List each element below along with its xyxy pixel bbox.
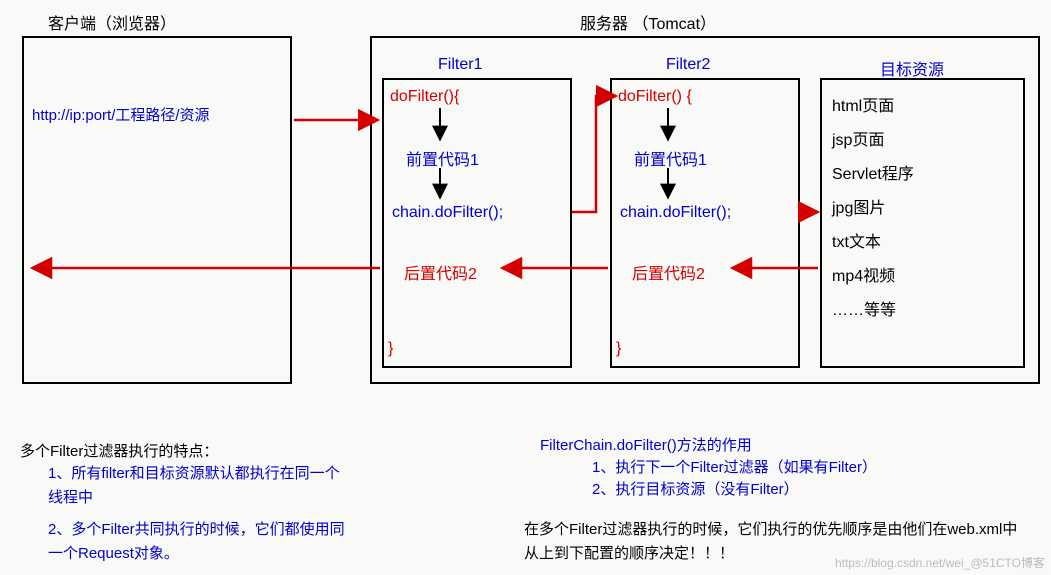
client-url: http://ip:port/工程路径/资源 — [32, 104, 210, 125]
watermark: https://blog.csdn.net/wei_@51CTO博客 — [835, 554, 1045, 571]
notes-right-title: FilterChain.doFilter()方法的作用 — [540, 434, 1000, 458]
filter1-chain: chain.doFilter(); — [392, 204, 503, 222]
filter2-pre-code: 前置代码1 — [634, 146, 707, 170]
client-header-label: 客户端（浏览器） — [48, 10, 176, 34]
filter2-close: } — [616, 340, 621, 358]
filter1-post-code: 后置代码2 — [404, 260, 477, 284]
notes-left-2: 2、多个Filter共同执行的时候，它们都使用同一个Request对象。 — [48, 518, 348, 566]
resource-item: Servlet程序 — [832, 158, 1013, 192]
filter1-title: Filter1 — [438, 56, 482, 74]
server-header-label: 服务器 （Tomcat） — [580, 10, 716, 34]
resource-item: ……等等 — [832, 294, 1013, 328]
resource-item: txt文本 — [832, 226, 1013, 260]
notes-left-title: 多个Filter过滤器执行的特点： — [20, 440, 350, 464]
filter2-dofilter-open: doFilter() { — [618, 88, 692, 106]
filter1-dofilter-open: doFilter(){ — [390, 88, 459, 106]
resources-box: html页面 jsp页面 Servlet程序 jpg图片 txt文本 mp4视频… — [820, 78, 1025, 368]
filter1-pre-code: 前置代码1 — [406, 146, 479, 170]
resource-item: jpg图片 — [832, 192, 1013, 226]
resources-title: 目标资源 — [880, 56, 944, 80]
notes-right-1: 1、执行下一个Filter过滤器（如果有Filter） — [592, 456, 1012, 480]
filter2-box — [610, 78, 800, 368]
resource-item: html页面 — [832, 90, 1013, 124]
filter1-close: } — [388, 340, 393, 358]
resource-item: mp4视频 — [832, 260, 1013, 294]
filter1-box — [382, 78, 572, 368]
notes-left-1: 1、所有filter和目标资源默认都执行在同一个线程中 — [48, 462, 348, 510]
filter2-title: Filter2 — [666, 56, 710, 74]
client-box — [22, 36, 292, 384]
filter2-post-code: 后置代码2 — [632, 260, 705, 284]
resource-item: jsp页面 — [832, 124, 1013, 158]
filter2-chain: chain.doFilter(); — [620, 204, 731, 222]
notes-right-2: 2、执行目标资源（没有Filter） — [592, 478, 1012, 502]
